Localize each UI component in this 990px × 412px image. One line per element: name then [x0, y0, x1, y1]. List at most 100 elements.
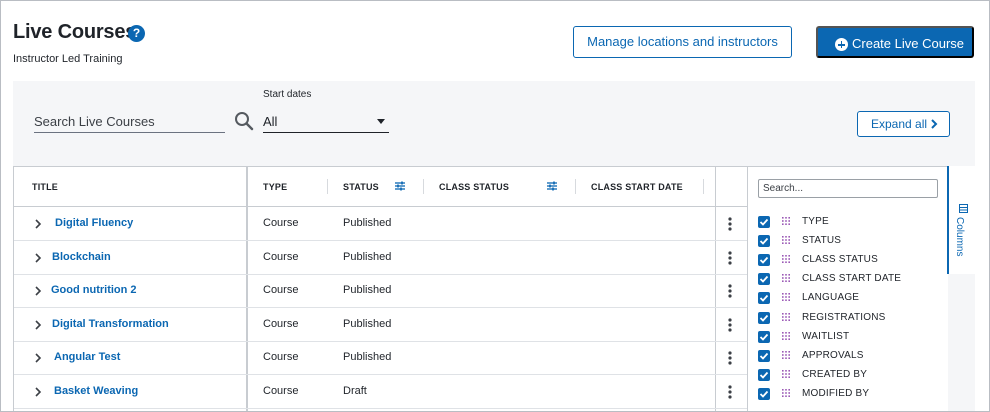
drag-grip-icon[interactable] — [782, 274, 791, 283]
course-title-link[interactable]: Angular Test — [54, 351, 120, 363]
checkmark-icon — [759, 314, 769, 322]
columns-search-input[interactable] — [758, 179, 938, 198]
column-toggle-item[interactable]: APPROVALS — [758, 349, 938, 365]
more-vertical-icon[interactable] — [727, 216, 733, 232]
chevron-right-icon[interactable] — [33, 285, 42, 297]
start-dates-select[interactable]: All — [263, 111, 389, 133]
column-header-type[interactable]: TYPE — [263, 182, 287, 192]
course-type-cell: Course — [263, 250, 299, 263]
column-checkbox[interactable] — [758, 311, 770, 324]
column-checkbox[interactable] — [758, 368, 770, 381]
column-toggle-item[interactable]: CLASS STATUS — [758, 253, 938, 269]
course-title-link[interactable]: Digital Transformation — [52, 318, 169, 330]
table-row[interactable]: Digital Transformation Course Published — [14, 308, 747, 342]
create-live-course-label: Create Live Course — [852, 36, 964, 51]
table-row[interactable]: Good nutrition 2 Course Published — [14, 274, 747, 309]
course-title-link[interactable]: Basket Weaving — [54, 385, 138, 397]
column-toggle-label: APPROVALS — [802, 349, 864, 361]
drag-grip-icon[interactable] — [782, 217, 791, 226]
more-vertical-icon[interactable] — [727, 283, 733, 299]
column-toggle-item[interactable]: WAITLIST — [758, 330, 938, 346]
search-live-courses-input[interactable] — [34, 111, 225, 133]
drag-grip-icon[interactable] — [782, 236, 791, 245]
course-type-cell: Course — [263, 351, 299, 364]
column-toggle-item[interactable]: LANGUAGE — [758, 291, 938, 307]
column-toggle-item[interactable]: TYPE — [758, 215, 938, 231]
expand-all-button[interactable]: Expand all — [857, 111, 950, 137]
column-toggle-label: CLASS START DATE — [802, 273, 902, 285]
checkmark-icon — [759, 371, 769, 379]
columns-tab-label: Columns — [954, 217, 965, 257]
checkmark-icon — [759, 295, 769, 303]
header-separator — [575, 179, 576, 194]
caret-down-icon — [377, 119, 385, 124]
checkmark-icon — [759, 276, 769, 284]
column-checkbox[interactable] — [758, 330, 770, 343]
column-header-class-status[interactable]: CLASS STATUS — [439, 182, 509, 192]
column-checkbox[interactable] — [758, 387, 770, 400]
course-status-cell: Published — [343, 351, 392, 364]
column-checkbox[interactable] — [758, 216, 770, 228]
column-toggle-label: CREATED BY — [802, 368, 868, 380]
course-type-cell: Course — [263, 317, 299, 330]
table-row[interactable]: Angular Test Course Published — [14, 341, 747, 376]
columns-tool-panel: TYPE STATUS CLASS STATUS CLASS START DATE LA… — [747, 166, 948, 411]
chevron-right-icon[interactable] — [33, 218, 42, 230]
header-separator — [703, 179, 704, 194]
course-status-cell: Draft — [343, 385, 367, 397]
more-vertical-icon[interactable] — [727, 250, 733, 266]
manage-locations-button[interactable]: Manage locations and instructors — [573, 26, 792, 58]
column-toggle-label: REGISTRATIONS — [802, 311, 886, 323]
course-title-link[interactable]: Blockchain — [52, 251, 111, 263]
course-type-cell: Course — [263, 217, 299, 229]
drag-grip-icon[interactable] — [782, 293, 791, 302]
column-header-title[interactable]: TITLE — [32, 182, 58, 192]
column-checkbox[interactable] — [758, 273, 770, 286]
columns-side-tab[interactable]: Columns — [947, 166, 977, 274]
checkmark-icon — [759, 218, 769, 226]
table-row[interactable]: Basket Weaving Course Draft — [14, 375, 747, 409]
course-status-cell: Published — [343, 317, 392, 330]
column-header-status[interactable]: STATUS — [343, 182, 379, 192]
drag-grip-icon[interactable] — [782, 388, 791, 398]
course-title-link[interactable]: Digital Fluency — [55, 217, 133, 229]
drag-grip-icon[interactable] — [782, 312, 791, 322]
search-icon[interactable] — [234, 111, 254, 131]
column-toggle-item[interactable]: CLASS START DATE — [758, 272, 938, 288]
table-row[interactable]: Digital Fluency Course Published — [14, 207, 747, 241]
chevron-right-icon[interactable] — [33, 352, 42, 364]
chevron-right-icon[interactable] — [33, 319, 42, 331]
table-row[interactable]: Blockchain Course Published — [14, 241, 747, 275]
create-live-course-button[interactable]: Create Live Course — [816, 26, 974, 58]
more-vertical-icon[interactable] — [727, 384, 733, 400]
page-title: Live Courses — [13, 21, 137, 43]
drag-grip-icon[interactable] — [782, 369, 791, 379]
drag-grip-icon[interactable] — [782, 255, 791, 264]
column-checkbox[interactable] — [758, 292, 770, 305]
column-toggle-label: TYPE — [802, 216, 829, 227]
column-toggle-item[interactable]: STATUS — [758, 234, 938, 250]
checkmark-icon — [759, 333, 769, 341]
checkmark-icon — [759, 237, 769, 245]
chevron-right-icon[interactable] — [33, 252, 42, 264]
column-header-class-start-date[interactable]: CLASS START DATE — [591, 182, 683, 192]
more-vertical-icon[interactable] — [727, 350, 733, 366]
course-title-link[interactable]: Good nutrition 2 — [51, 284, 137, 296]
more-vertical-icon[interactable] — [727, 317, 733, 333]
column-checkbox[interactable] — [758, 254, 770, 267]
column-checkbox[interactable] — [758, 235, 770, 248]
column-toggle-item[interactable]: MODIFIED BY — [758, 387, 938, 403]
column-toggle-item[interactable]: REGISTRATIONS — [758, 311, 938, 327]
chevron-right-icon[interactable] — [33, 386, 42, 398]
column-toggle-label: CLASS STATUS — [802, 254, 878, 266]
drag-grip-icon[interactable] — [782, 350, 791, 360]
column-toggle-item[interactable]: CREATED BY — [758, 368, 938, 384]
filter-sliders-icon[interactable] — [394, 180, 406, 192]
chevron-right-icon — [931, 119, 938, 129]
filter-sliders-icon[interactable] — [546, 180, 558, 192]
column-checkbox[interactable] — [758, 349, 770, 362]
course-status-cell: Published — [343, 217, 392, 229]
plus-circle-icon — [835, 38, 848, 51]
help-icon[interactable]: ? — [128, 25, 145, 42]
drag-grip-icon[interactable] — [782, 331, 791, 341]
